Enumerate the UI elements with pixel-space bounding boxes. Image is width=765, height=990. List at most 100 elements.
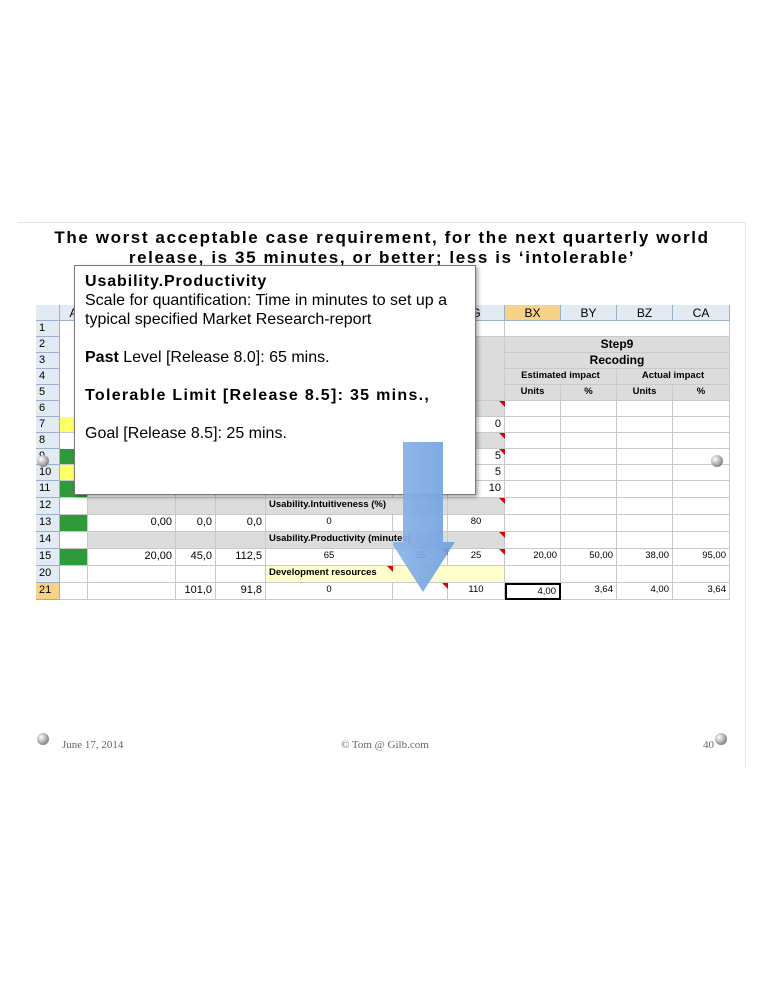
col-header-bz[interactable]: BZ [617,305,673,321]
row-header[interactable]: 10 [36,465,60,481]
cell[interactable] [216,566,266,583]
cell[interactable]: 0 [266,583,393,600]
cell[interactable] [505,566,561,583]
units-header[interactable]: Units [505,385,561,401]
cell[interactable]: 45,0 [176,549,216,566]
cell[interactable] [673,481,730,498]
units-header[interactable]: Units [617,385,673,401]
comment-indicator[interactable] [499,449,505,455]
cell[interactable] [561,401,617,417]
row-header[interactable]: 7 [36,417,60,433]
cell[interactable] [216,532,266,549]
selected-cell[interactable]: 4,00 [505,583,561,600]
cell[interactable]: 50,00 [561,549,617,566]
cell[interactable] [505,321,730,337]
percent-header[interactable]: % [673,385,730,401]
cell[interactable]: 4,00 [617,583,673,600]
cell[interactable]: 112,5 [216,549,266,566]
cell[interactable] [505,481,561,498]
cell[interactable] [88,532,176,549]
row-header[interactable]: 3 [36,353,60,369]
row-header[interactable]: 12 [36,498,60,515]
col-header-bx[interactable]: BX [505,305,561,321]
cell[interactable]: 0 [266,515,393,532]
cell[interactable] [561,465,617,481]
cell[interactable] [561,433,617,449]
cell[interactable] [505,498,561,515]
cell[interactable] [176,532,216,549]
cell[interactable] [561,532,617,549]
estimated-impact-header[interactable]: Estimated impact [505,369,617,385]
cell[interactable] [505,401,561,417]
row-header[interactable]: 15 [36,549,60,566]
actual-impact-header[interactable]: Actual impact [617,369,730,385]
cell[interactable] [561,566,617,583]
col-header-ca[interactable]: CA [673,305,730,321]
cell[interactable] [673,566,730,583]
row-header[interactable]: 11 [36,481,60,498]
nav-ball-icon[interactable] [37,455,49,467]
cell[interactable]: 3,64 [673,583,730,600]
cell[interactable] [617,566,673,583]
cell[interactable] [88,566,176,583]
cell[interactable] [617,417,673,433]
cell[interactable] [176,498,216,515]
row-header[interactable]: 2 [36,337,60,353]
row-header[interactable]: 20 [36,566,60,583]
cell[interactable]: 0,0 [176,515,216,532]
cell[interactable] [505,532,561,549]
row-header[interactable]: 5 [36,385,60,401]
cell[interactable] [617,449,673,465]
status-cell[interactable] [60,549,88,566]
cell[interactable] [617,515,673,532]
cell[interactable] [505,417,561,433]
cell[interactable] [617,433,673,449]
cell[interactable] [216,498,266,515]
cell[interactable] [673,417,730,433]
cell[interactable] [60,566,88,583]
cell[interactable] [561,481,617,498]
cell[interactable]: 0,0 [216,515,266,532]
cell[interactable] [617,481,673,498]
row-header[interactable]: 1 [36,321,60,337]
cell[interactable]: 101,0 [176,583,216,600]
row-header[interactable]: 21 [36,583,60,600]
cell[interactable] [673,515,730,532]
row-header[interactable]: 6 [36,401,60,417]
cell[interactable] [176,566,216,583]
cell[interactable] [505,449,561,465]
cell[interactable] [673,498,730,515]
step-subtitle-cell[interactable]: Recoding [505,353,730,369]
comment-indicator[interactable] [499,549,505,555]
cell[interactable] [617,498,673,515]
row-header[interactable]: 4 [36,369,60,385]
comment-indicator[interactable] [499,401,505,407]
cell[interactable] [60,583,88,600]
cell[interactable] [505,465,561,481]
cell[interactable] [673,433,730,449]
cell[interactable]: 3,64 [561,583,617,600]
attribute-label[interactable]: Development resources [266,566,505,583]
comment-indicator[interactable] [499,532,505,538]
cell[interactable]: 91,8 [216,583,266,600]
cell[interactable] [60,532,88,549]
cell[interactable] [60,498,88,515]
cell[interactable]: 20,00 [505,549,561,566]
cell[interactable] [673,401,730,417]
cell[interactable] [673,465,730,481]
cell[interactable] [505,433,561,449]
cell[interactable] [88,583,176,600]
cell[interactable] [88,498,176,515]
past-value-cell[interactable]: 65 [266,549,393,566]
percent-header[interactable]: % [561,385,617,401]
cell[interactable] [673,532,730,549]
step-title-cell[interactable]: Step9 [505,337,730,353]
cell[interactable]: 20,00 [88,549,176,566]
cell[interactable] [561,417,617,433]
cell[interactable] [561,498,617,515]
row-header[interactable]: 8 [36,433,60,449]
cell[interactable] [617,532,673,549]
cell[interactable] [505,515,561,532]
row-header[interactable]: 13 [36,515,60,532]
comment-indicator[interactable] [499,433,505,439]
